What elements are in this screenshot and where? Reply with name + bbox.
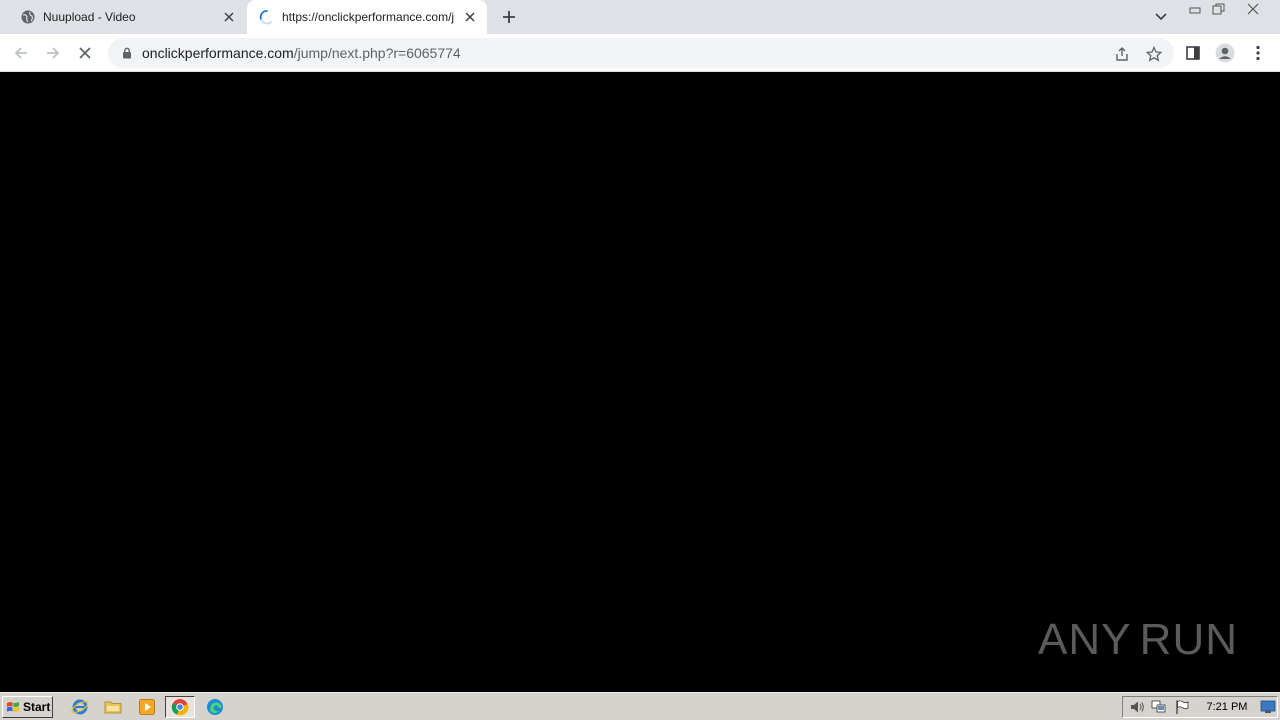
start-button[interactable]: Start <box>2 696 53 718</box>
internet-explorer-icon[interactable] <box>70 697 90 717</box>
anyrun-watermark: ANY RUN <box>1038 608 1238 672</box>
globe-icon <box>20 9 36 25</box>
page-content <box>0 72 1280 692</box>
watermark-right-text: RUN <box>1139 615 1238 664</box>
system-tray: 7:21 PM <box>1122 696 1278 718</box>
tab-title: https://onclickperformance.com/jump <box>282 10 455 24</box>
chrome-icon[interactable] <box>165 696 195 718</box>
taskbar: Start 7:21 PM <box>0 692 1280 720</box>
bookmark-star-icon[interactable] <box>1144 44 1164 64</box>
address-bar[interactable]: onclickperformance.com/jump/next.php?r=6… <box>108 38 1174 68</box>
url-host: onclickperformance.com <box>142 45 294 61</box>
browser-toolbar: onclickperformance.com/jump/next.php?r=6… <box>0 34 1280 72</box>
new-tab-button[interactable] <box>498 6 520 28</box>
chevron-down-icon <box>1155 13 1167 21</box>
windows-flag-icon <box>7 702 19 712</box>
forward-button[interactable] <box>40 40 66 66</box>
restore-icon <box>1212 3 1225 15</box>
restore-button[interactable] <box>1208 0 1230 18</box>
action-center-flag-icon[interactable] <box>1173 698 1191 716</box>
tab-onclickperformance[interactable]: https://onclickperformance.com/jump <box>247 0 487 34</box>
minimize-icon <box>1189 7 1201 14</box>
lock-icon[interactable] <box>120 46 134 60</box>
stop-loading-button[interactable] <box>72 40 98 66</box>
screen: Nuupload - Video https://onclickperforma… <box>0 0 1280 720</box>
tab-nuupload[interactable]: Nuupload - Video <box>8 0 246 34</box>
start-label: Start <box>23 700 51 714</box>
minimize-button[interactable] <box>1184 0 1206 18</box>
file-explorer-icon[interactable] <box>103 697 123 717</box>
arrow-right-icon <box>47 47 60 59</box>
avatar-icon <box>1215 43 1235 63</box>
close-icon <box>1247 3 1259 15</box>
clock[interactable]: 7:21 PM <box>1207 701 1248 713</box>
tab-title: Nuupload - Video <box>43 10 136 24</box>
close-icon <box>79 47 91 59</box>
url-path: /jump/next.php?r=6065774 <box>293 45 461 61</box>
share-icon[interactable] <box>1112 44 1132 64</box>
show-desktop-icon[interactable] <box>1259 698 1277 716</box>
back-button[interactable] <box>8 40 34 66</box>
menu-button[interactable] <box>1245 40 1271 66</box>
side-panel-button[interactable] <box>1180 40 1206 66</box>
plus-icon <box>503 11 515 23</box>
media-player-icon[interactable] <box>137 697 157 717</box>
url-text: onclickperformance.com/jump/next.php?r=6… <box>142 45 461 61</box>
arrow-left-icon <box>14 47 27 59</box>
window-close-button[interactable] <box>1234 0 1272 18</box>
network-icon[interactable] <box>1151 698 1169 716</box>
tab-strip: Nuupload - Video https://onclickperforma… <box>0 0 1280 34</box>
close-tab-icon[interactable] <box>220 8 238 26</box>
speaker-icon[interactable] <box>1128 698 1146 716</box>
side-panel-icon <box>1186 46 1200 60</box>
close-tab-icon[interactable] <box>461 8 479 26</box>
kebab-menu-icon <box>1256 45 1260 61</box>
watermark-left-text: ANY <box>1038 615 1132 664</box>
profile-button[interactable] <box>1212 40 1238 66</box>
tab-search-button[interactable] <box>1151 8 1171 26</box>
loading-spinner-icon <box>259 9 275 25</box>
edge-icon[interactable] <box>205 697 225 717</box>
